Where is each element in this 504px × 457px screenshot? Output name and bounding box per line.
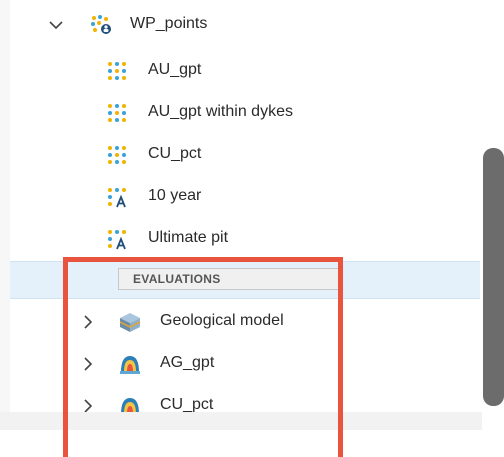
tree-item[interactable]: Ultimate pit [10, 218, 482, 260]
tree-group-wp-points[interactable]: WP_points [10, 4, 482, 46]
tree-item[interactable]: AU_gpt within dykes [10, 92, 482, 134]
left-gutter [0, 0, 10, 430]
tree-item-label: 10 year [148, 187, 202, 204]
highlight-box [63, 257, 343, 457]
points-icon [106, 144, 128, 166]
tree-item[interactable]: 10 year [10, 176, 482, 218]
tree-item[interactable]: AU_gpt [10, 50, 482, 92]
project-tree-panel: WP_points AU_gpt AU_gpt within dykes CU_… [0, 0, 504, 457]
tree-item-label: CU_pct [148, 145, 202, 162]
points-icon [106, 60, 128, 82]
chevron-down-icon[interactable] [48, 17, 64, 33]
points-icon [106, 102, 128, 124]
tree-item[interactable]: CU_pct [10, 134, 482, 176]
scrollbar-thumb[interactable] [483, 148, 504, 406]
group-label: WP_points [130, 15, 208, 32]
points-group-icon [90, 14, 112, 36]
tree-item-label: AU_gpt [148, 61, 202, 78]
points-text-icon [106, 186, 128, 208]
points-text-icon [106, 228, 128, 250]
tree-item-label: AU_gpt within dykes [148, 103, 293, 120]
tree-item-label: Ultimate pit [148, 229, 229, 246]
